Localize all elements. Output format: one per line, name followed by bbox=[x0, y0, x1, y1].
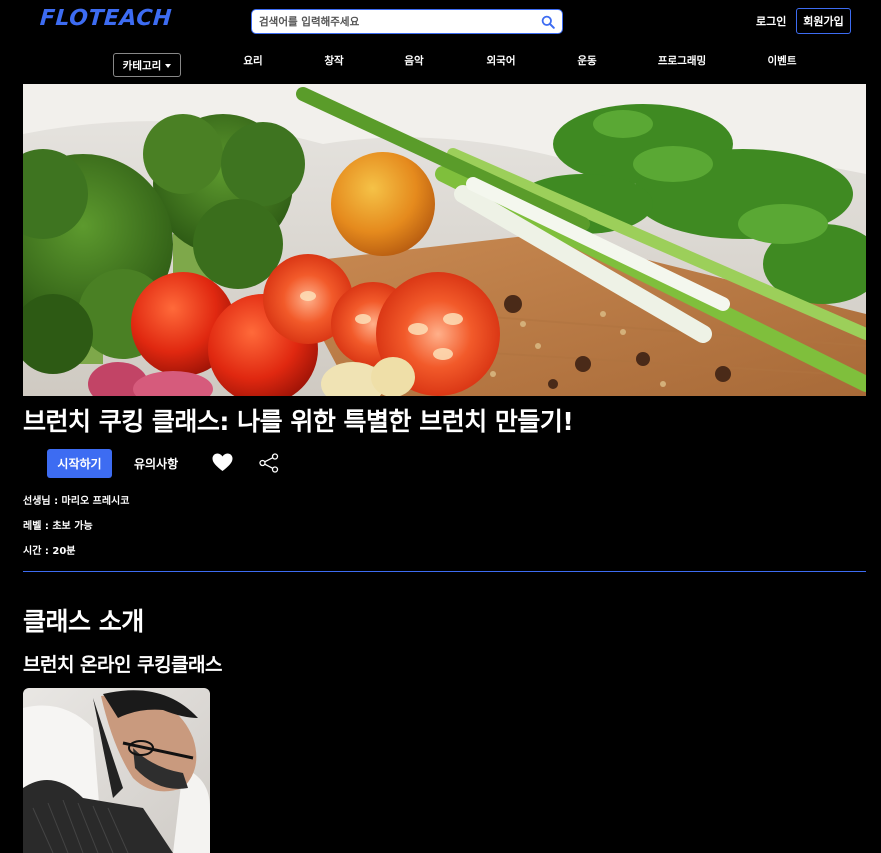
intro-subheading: 브런치 온라인 쿠킹클래스 bbox=[23, 654, 223, 676]
section-divider bbox=[23, 571, 866, 572]
nav-item-exercise[interactable]: 운동 bbox=[577, 53, 596, 68]
nav-item-creation[interactable]: 창작 bbox=[324, 53, 343, 68]
site-logo[interactable]: FLOTEACH bbox=[39, 6, 173, 31]
search-input[interactable] bbox=[259, 13, 534, 30]
nav-item-foreign-language[interactable]: 외국어 bbox=[487, 53, 516, 68]
category-dropdown[interactable]: 카테고리 bbox=[113, 53, 181, 77]
signup-button[interactable]: 회원가입 bbox=[796, 8, 851, 34]
teacher-info: 선생님 : 마리오 프레시코 bbox=[23, 496, 130, 507]
nav-item-music[interactable]: 음악 bbox=[404, 53, 423, 68]
nav-item-event[interactable]: 이벤트 bbox=[768, 53, 797, 68]
class-title: 브런치 쿠킹 클래스: 나를 위한 특별한 브런치 만들기! bbox=[23, 407, 574, 436]
chef-photo bbox=[23, 688, 210, 853]
caret-down-icon bbox=[165, 63, 172, 68]
time-info: 시간 : 20분 bbox=[23, 546, 76, 557]
heart-icon[interactable] bbox=[212, 453, 233, 472]
search-bar bbox=[251, 9, 563, 34]
search-icon[interactable] bbox=[541, 15, 555, 29]
level-info: 레벨 : 초보 가능 bbox=[23, 521, 93, 532]
start-button[interactable]: 시작하기 bbox=[47, 449, 112, 478]
intro-heading: 클래스 소개 bbox=[23, 607, 144, 636]
hero-image bbox=[23, 84, 866, 396]
login-link[interactable]: 로그인 bbox=[756, 13, 786, 29]
nav-item-programming[interactable]: 프로그래밍 bbox=[658, 53, 706, 68]
category-label: 카테고리 bbox=[122, 59, 162, 72]
share-icon[interactable] bbox=[259, 453, 279, 473]
nav-item-cooking[interactable]: 요리 bbox=[243, 53, 262, 68]
notice-link[interactable]: 유의사항 bbox=[134, 455, 178, 472]
